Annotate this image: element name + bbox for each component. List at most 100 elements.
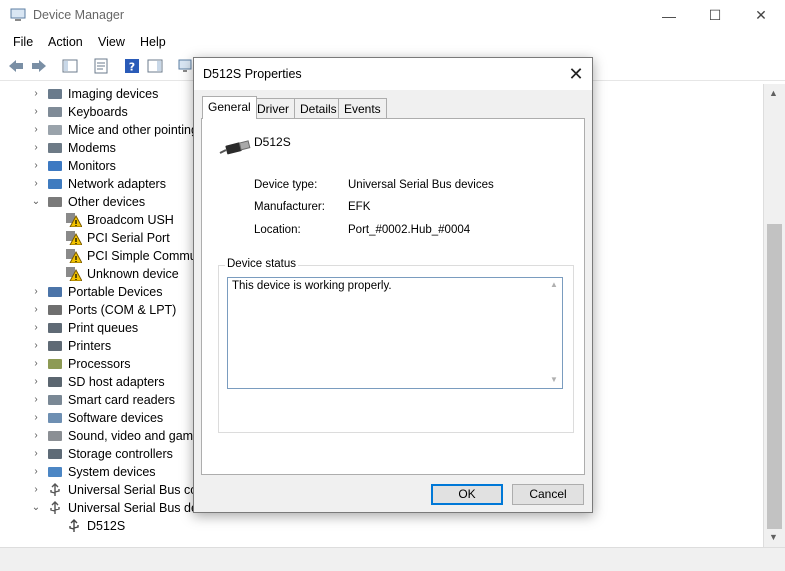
expand-icon[interactable]: › — [31, 139, 41, 157]
monitor-icon — [48, 161, 62, 171]
dialog-titlebar: D512S Properties ✕ — [194, 58, 592, 90]
expand-icon[interactable]: › — [31, 427, 41, 445]
expand-icon[interactable]: › — [31, 121, 41, 139]
show-hide-console-icon[interactable] — [62, 58, 78, 74]
tree-item-label: Print queues — [68, 321, 139, 335]
forward-arrow-icon[interactable] — [31, 58, 47, 74]
expand-icon[interactable]: › — [31, 373, 41, 391]
scroll-up-icon[interactable]: ▲ — [550, 280, 558, 289]
menu-file[interactable]: File — [13, 35, 33, 49]
usb-icon — [50, 501, 60, 514]
dialog-title: D512S Properties — [203, 67, 302, 81]
tree-item-label: Storage controllers — [68, 447, 173, 461]
portable-icon — [48, 287, 62, 297]
tree-item-label: Modems — [68, 141, 116, 155]
tree-item-label: Software devices — [68, 411, 164, 425]
tree-item-label: PCI Serial Port — [87, 231, 170, 245]
tab-driver[interactable]: Driver — [251, 98, 295, 119]
menu-bar: File Action View Help — [0, 31, 785, 53]
tree-item-label: Keyboards — [68, 105, 128, 119]
device-name: D512S — [254, 135, 291, 149]
device-status-group: Device status This device is working pro… — [218, 258, 574, 433]
unknown-device-icon — [48, 197, 62, 207]
collapse-icon[interactable]: ⌄ — [31, 499, 41, 517]
close-button[interactable]: ✕ — [738, 0, 784, 31]
manufacturer-label: Manufacturer: — [254, 201, 325, 213]
minimize-button[interactable]: — — [646, 0, 692, 31]
tree-item-label: Sound, video and game — [68, 429, 201, 443]
tree-item-label: Universal Serial Bus devi — [68, 501, 207, 515]
warning-icon — [66, 231, 82, 245]
window-title: Device Manager — [33, 8, 125, 22]
general-tab-panel: D512S Device type: Universal Serial Bus … — [201, 118, 585, 475]
usb-icon — [50, 483, 60, 496]
dialog-close-button[interactable]: ✕ — [560, 58, 592, 90]
sd-card-icon — [48, 377, 62, 387]
scan-hardware-icon[interactable] — [178, 58, 194, 74]
collapse-icon[interactable]: ⌄ — [31, 193, 41, 211]
device-status-textbox[interactable]: This device is working properly. ▲ ▼ — [227, 277, 563, 389]
tree-item-label: Universal Serial Bus cont — [68, 483, 208, 497]
tree-item-label: Mice and other pointing — [68, 123, 198, 137]
scroll-down-icon[interactable]: ▼ — [769, 532, 778, 542]
scroll-up-icon[interactable]: ▲ — [769, 88, 778, 98]
camera-icon — [48, 89, 62, 99]
properties-icon[interactable] — [93, 58, 109, 74]
device-type-value: Universal Serial Bus devices — [348, 179, 494, 191]
menu-action[interactable]: Action — [48, 35, 83, 49]
menu-view[interactable]: View — [98, 35, 125, 49]
network-icon — [48, 179, 62, 189]
tree-item-label: Smart card readers — [68, 393, 175, 407]
cancel-button[interactable]: Cancel — [512, 484, 584, 505]
expand-icon[interactable]: › — [31, 481, 41, 499]
tree-item-label: Monitors — [68, 159, 116, 173]
vertical-scrollbar[interactable]: ▲ ▼ — [763, 84, 785, 547]
expand-icon[interactable]: › — [31, 85, 41, 103]
port-icon — [48, 305, 62, 315]
expand-icon[interactable]: › — [31, 355, 41, 373]
expand-icon[interactable]: › — [31, 301, 41, 319]
scroll-thumb[interactable] — [767, 224, 782, 529]
modem-icon — [48, 143, 62, 153]
device-type-label: Device type: — [254, 179, 318, 191]
device-status-legend: Device status — [225, 258, 299, 270]
system-icon — [48, 467, 62, 477]
properties-dialog: D512S Properties ✕ General Driver Detail… — [193, 57, 593, 513]
expand-icon[interactable]: › — [31, 319, 41, 337]
tree-item-label: Portable Devices — [68, 285, 163, 299]
location-label: Location: — [254, 224, 301, 236]
ok-button[interactable]: OK — [431, 484, 503, 505]
usb-plug-icon — [219, 140, 251, 155]
tab-events[interactable]: Events — [338, 98, 387, 119]
maximize-button[interactable]: ☐ — [692, 0, 738, 31]
printer-icon — [48, 323, 62, 333]
tab-general[interactable]: General — [202, 96, 257, 119]
expand-icon[interactable]: › — [31, 337, 41, 355]
expand-icon[interactable]: › — [31, 445, 41, 463]
menu-help[interactable]: Help — [140, 35, 166, 49]
expand-icon[interactable]: › — [31, 391, 41, 409]
tree-item-label: System devices — [68, 465, 156, 479]
warning-icon — [66, 267, 82, 281]
expand-icon[interactable]: › — [31, 103, 41, 121]
expand-icon[interactable]: › — [31, 463, 41, 481]
status-bar — [0, 547, 785, 571]
status-scrollbar[interactable]: ▲ ▼ — [546, 278, 562, 388]
tab-details[interactable]: Details — [294, 98, 343, 119]
help-icon[interactable]: ? — [124, 58, 140, 74]
tree-item-label: Imaging devices — [68, 87, 159, 101]
scroll-down-icon[interactable]: ▼ — [550, 375, 558, 384]
expand-icon[interactable]: › — [31, 409, 41, 427]
tree-item[interactable]: D512S — [0, 517, 763, 535]
expand-icon[interactable]: › — [31, 175, 41, 193]
manufacturer-value: EFK — [348, 201, 371, 213]
usb-plug-icon — [69, 519, 79, 532]
close-icon: ✕ — [568, 63, 584, 84]
storage-icon — [48, 449, 62, 459]
expand-icon[interactable]: › — [31, 283, 41, 301]
tree-item-label: Broadcom USH — [87, 213, 174, 227]
back-arrow-icon[interactable] — [8, 58, 24, 74]
main-titlebar: Device Manager — ☐ ✕ — [0, 0, 785, 31]
action-pane-icon[interactable] — [147, 58, 163, 74]
expand-icon[interactable]: › — [31, 157, 41, 175]
